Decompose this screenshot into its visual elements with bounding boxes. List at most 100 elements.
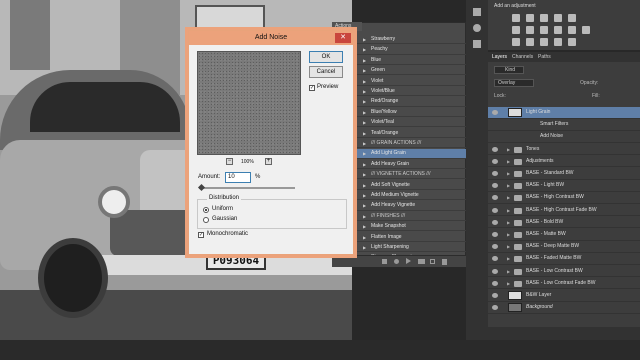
expand-arrow-icon[interactable]: ▶ <box>363 66 366 75</box>
visibility-eye-icon[interactable] <box>492 171 498 176</box>
play-icon[interactable] <box>406 258 411 264</box>
expand-arrow-icon[interactable]: ▶ <box>363 181 366 190</box>
exposure-icon[interactable] <box>554 14 562 22</box>
gaussian-radio[interactable] <box>203 217 209 223</box>
expand-arrow-icon[interactable]: ▶ <box>507 205 510 216</box>
invert-icon[interactable] <box>512 38 520 46</box>
channel-mixer-icon[interactable] <box>568 26 576 34</box>
monochromatic-checkbox[interactable]: ✓ <box>198 232 204 238</box>
expand-arrow-icon[interactable]: ▶ <box>363 108 366 117</box>
visibility-eye-icon[interactable] <box>492 110 498 115</box>
expand-arrow-icon[interactable]: ▶ <box>507 241 510 252</box>
expand-arrow-icon[interactable]: ▶ <box>363 56 366 65</box>
layer-row[interactable]: Light Grain <box>488 107 640 119</box>
expand-arrow-icon[interactable]: ▶ <box>507 156 510 167</box>
visibility-eye-icon[interactable] <box>492 256 498 262</box>
brightness-icon[interactable] <box>512 14 520 22</box>
visibility-eye-icon[interactable] <box>492 305 498 311</box>
zoom-out-icon[interactable]: − <box>226 158 233 165</box>
expand-arrow-icon[interactable]: ▶ <box>363 129 366 138</box>
actions-icon[interactable] <box>473 24 481 32</box>
layer-row[interactable]: ▶ BASE - Light BW <box>488 180 640 192</box>
visibility-eye-icon[interactable] <box>492 268 498 274</box>
layer-row[interactable]: B&W Layer <box>488 290 640 302</box>
layer-row[interactable]: Smart Filters <box>488 119 640 131</box>
preview-checkbox[interactable]: ✓ <box>309 85 315 91</box>
layer-row[interactable]: ▶ BASE - Deep Matte BW <box>488 241 640 253</box>
expand-arrow-icon[interactable]: ▶ <box>507 168 510 179</box>
history-icon[interactable] <box>473 8 481 16</box>
expand-arrow-icon[interactable]: ▶ <box>363 77 366 86</box>
expand-arrow-icon[interactable]: ▶ <box>363 212 366 221</box>
tab-channels[interactable]: Channels <box>512 54 533 60</box>
new-action-icon[interactable] <box>430 259 435 264</box>
expand-arrow-icon[interactable]: ▶ <box>363 222 366 231</box>
layer-row[interactable]: ▶ BASE - Low Contrast BW <box>488 266 640 278</box>
layer-row[interactable]: ▶ BASE - Faded Matte BW <box>488 253 640 265</box>
expand-arrow-icon[interactable]: ▶ <box>507 253 510 264</box>
properties-icon[interactable] <box>473 40 481 48</box>
layer-row[interactable]: ▶ BASE - High Contrast BW <box>488 192 640 204</box>
ok-button[interactable]: OK <box>309 51 343 63</box>
close-icon[interactable]: ✕ <box>335 33 351 43</box>
gradient-map-icon[interactable] <box>554 38 562 46</box>
layer-row[interactable]: ▶ BASE - Standard BW <box>488 168 640 180</box>
visibility-eye-icon[interactable] <box>492 195 498 201</box>
expand-arrow-icon[interactable]: ▶ <box>507 278 510 289</box>
expand-arrow-icon[interactable]: ▶ <box>363 97 366 106</box>
expand-arrow-icon[interactable]: ▶ <box>507 180 510 191</box>
hue-icon[interactable] <box>512 26 520 34</box>
stop-icon[interactable] <box>382 259 387 264</box>
curves-icon[interactable] <box>540 14 548 22</box>
expand-arrow-icon[interactable]: ▶ <box>363 243 366 252</box>
expand-arrow-icon[interactable]: ▶ <box>363 149 366 158</box>
layer-row[interactable]: Background <box>488 302 640 314</box>
visibility-eye-icon[interactable] <box>492 219 498 225</box>
blend-mode-select[interactable]: Overlay <box>494 79 534 87</box>
tab-layers[interactable]: Layers <box>492 54 507 60</box>
expand-arrow-icon[interactable]: ▶ <box>363 118 366 127</box>
layer-row[interactable]: ▶ BASE - High Contrast Fade BW <box>488 205 640 217</box>
visibility-eye-icon[interactable] <box>492 244 498 250</box>
color-balance-icon[interactable] <box>526 26 534 34</box>
layer-row[interactable]: ▶ BASE - Bold BW <box>488 217 640 229</box>
color-lookup-icon[interactable] <box>582 26 590 34</box>
amount-slider-thumb[interactable] <box>197 183 206 192</box>
layer-row[interactable]: ▶ Adjustments <box>488 156 640 168</box>
expand-arrow-icon[interactable]: ▶ <box>507 229 510 240</box>
expand-arrow-icon[interactable]: ▶ <box>507 266 510 277</box>
visibility-eye-icon[interactable] <box>492 146 498 152</box>
layer-row[interactable]: ▶ BASE - Matte BW <box>488 229 640 241</box>
zoom-in-icon[interactable]: + <box>265 158 272 165</box>
record-icon[interactable] <box>394 259 399 264</box>
folder-icon[interactable] <box>418 259 425 264</box>
posterize-icon[interactable] <box>526 38 534 46</box>
layer-row[interactable]: ▶ BASE - Low Contrast Fade BW <box>488 278 640 290</box>
expand-arrow-icon[interactable]: ▶ <box>507 217 510 228</box>
trash-icon[interactable] <box>442 259 447 265</box>
uniform-radio[interactable] <box>203 207 209 213</box>
visibility-eye-icon[interactable] <box>492 183 498 189</box>
expand-arrow-icon[interactable]: ▶ <box>363 35 366 44</box>
noise-preview[interactable] <box>197 51 301 155</box>
expand-arrow-icon[interactable]: ▶ <box>363 191 366 200</box>
amount-input[interactable]: 10 <box>225 172 251 183</box>
visibility-eye-icon[interactable] <box>492 280 498 286</box>
expand-arrow-icon[interactable]: ▶ <box>363 139 366 148</box>
layer-row[interactable]: Add Noise <box>488 131 640 143</box>
cancel-button[interactable]: Cancel <box>309 66 343 78</box>
visibility-eye-icon[interactable] <box>492 293 498 298</box>
visibility-eye-icon[interactable] <box>492 232 498 237</box>
vibrance-icon[interactable] <box>568 14 576 22</box>
expand-arrow-icon[interactable]: ▶ <box>363 160 366 169</box>
layer-row[interactable]: ▶ Tones <box>488 144 640 156</box>
levels-icon[interactable] <box>526 14 534 22</box>
expand-arrow-icon[interactable]: ▶ <box>507 192 510 203</box>
black-white-icon[interactable] <box>540 26 548 34</box>
visibility-eye-icon[interactable] <box>492 158 498 164</box>
selective-color-icon[interactable] <box>568 38 576 46</box>
amount-slider-track[interactable] <box>199 187 295 189</box>
tab-paths[interactable]: Paths <box>538 54 551 60</box>
layer-filter-kind[interactable]: Kind <box>494 66 524 74</box>
expand-arrow-icon[interactable]: ▶ <box>363 45 366 54</box>
